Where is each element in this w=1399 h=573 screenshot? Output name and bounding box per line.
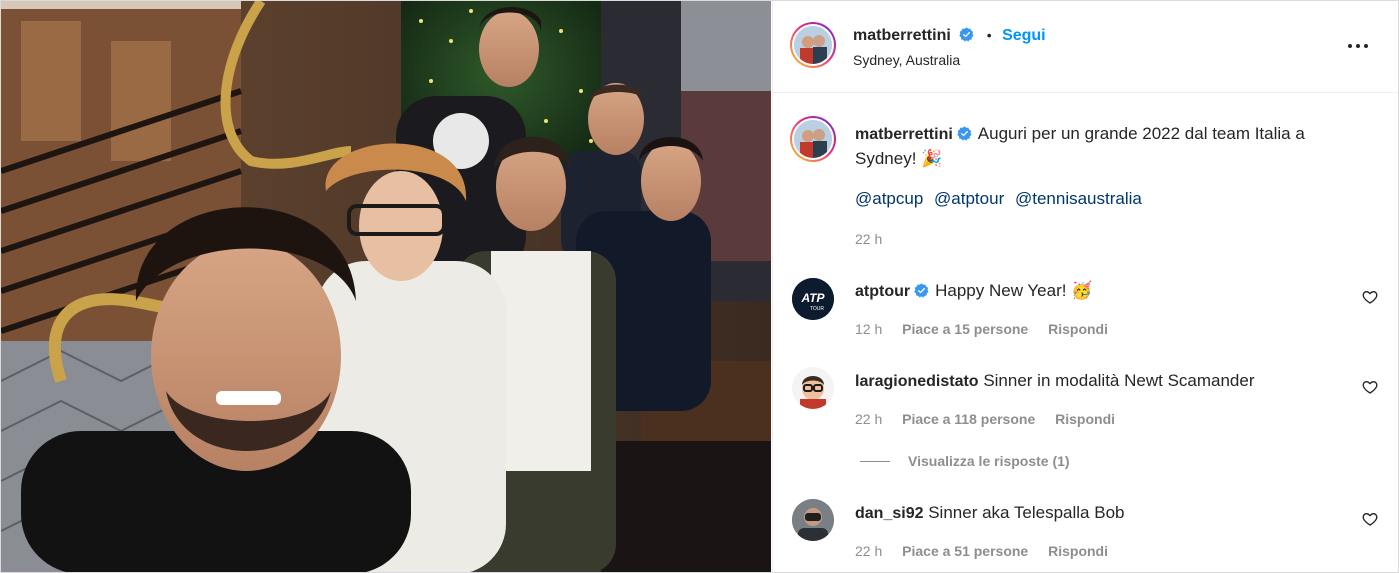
comment-time[interactable]: 22 h — [855, 411, 882, 427]
verified-badge-icon — [959, 27, 974, 42]
comment-time[interactable]: 22 h — [855, 543, 882, 559]
group-selfie-image — [1, 1, 771, 572]
comment-body: dan_si92 Sinner aka Telespalla Bob — [855, 503, 1124, 523]
reply-button[interactable]: Rispondi — [1048, 321, 1108, 337]
comment-meta: 22 h Piace a 118 persone Rispondi — [855, 411, 1115, 427]
comment-meta: 12 h Piace a 15 persone Rispondi — [855, 321, 1108, 337]
verified-badge-icon — [914, 283, 929, 298]
caption-username[interactable]: matberrettini — [855, 126, 953, 143]
author-username[interactable]: matberrettini — [853, 27, 951, 44]
caption-timestamp[interactable]: 22 h — [855, 231, 882, 247]
comment-text: Sinner aka Telespalla Bob — [928, 503, 1125, 522]
photo-avatar-icon — [792, 499, 834, 541]
reply-button[interactable]: Rispondi — [1048, 543, 1108, 559]
view-replies-button[interactable]: Visualizza le risposte (1) — [860, 453, 1070, 469]
comment-body: atptour Happy New Year! 🥳 — [855, 281, 1092, 301]
comment-text: Happy New Year! 🥳 — [935, 281, 1093, 300]
avatar-image — [794, 26, 832, 64]
more-options-icon[interactable] — [1345, 39, 1371, 53]
header-user-line: matberrettini • Segui — [853, 27, 1046, 45]
comment-username[interactable]: atptour — [855, 283, 910, 300]
heart-icon[interactable] — [1362, 379, 1378, 395]
caption-author-avatar[interactable] — [790, 116, 836, 162]
reply-button[interactable]: Rispondi — [1055, 411, 1115, 427]
comment-username[interactable]: dan_si92 — [855, 505, 923, 522]
follow-button[interactable]: Segui — [1002, 27, 1046, 44]
svg-text:TOUR: TOUR — [810, 306, 824, 312]
mention-link[interactable]: @atpcup — [855, 189, 923, 208]
comment-meta: 22 h Piace a 51 persone Rispondi — [855, 543, 1108, 559]
comment-text: Sinner in modalità Newt Scamander — [983, 371, 1255, 390]
post-modal: matberrettini • Segui Sydney, Australia — [0, 0, 1399, 573]
comment-body: laragionedistato Sinner in modalità Newt… — [855, 371, 1255, 391]
atp-logo-icon: ATP TOUR — [792, 278, 834, 320]
comment-avatar[interactable] — [792, 499, 834, 541]
heart-icon[interactable] — [1362, 511, 1378, 527]
post-header: matberrettini • Segui Sydney, Australia — [773, 1, 1398, 93]
post-caption: matberrettini Auguri per un grande 2022 … — [855, 122, 1365, 171]
author-avatar[interactable] — [790, 22, 836, 68]
comment-avatar[interactable] — [792, 367, 834, 409]
avatar-image — [794, 120, 832, 158]
comment-likes[interactable]: Piace a 51 persone — [902, 543, 1028, 559]
mention-link[interactable]: @tennisaustralia — [1015, 189, 1142, 208]
post-location[interactable]: Sydney, Australia — [853, 52, 960, 68]
caption-mentions: @atpcup @atptour @tennisaustralia — [855, 189, 1148, 209]
comment-likes[interactable]: Piace a 15 persone — [902, 321, 1028, 337]
comment-username[interactable]: laragionedistato — [855, 373, 979, 390]
post-photo[interactable] — [1, 1, 771, 572]
verified-badge-icon — [957, 126, 972, 141]
view-replies-label: Visualizza le risposte (1) — [908, 453, 1070, 469]
replies-divider — [860, 461, 890, 462]
separator-dot: • — [986, 27, 992, 43]
cartoon-avatar-icon — [792, 367, 834, 409]
post-details-panel: matberrettini • Segui Sydney, Australia — [772, 1, 1398, 572]
comment-likes[interactable]: Piace a 118 persone — [902, 411, 1035, 427]
comment-avatar[interactable]: ATP TOUR — [792, 278, 834, 320]
comment-time[interactable]: 12 h — [855, 321, 882, 337]
mention-link[interactable]: @atptour — [934, 189, 1004, 208]
heart-icon[interactable] — [1362, 289, 1378, 305]
svg-text:ATP: ATP — [800, 291, 825, 305]
